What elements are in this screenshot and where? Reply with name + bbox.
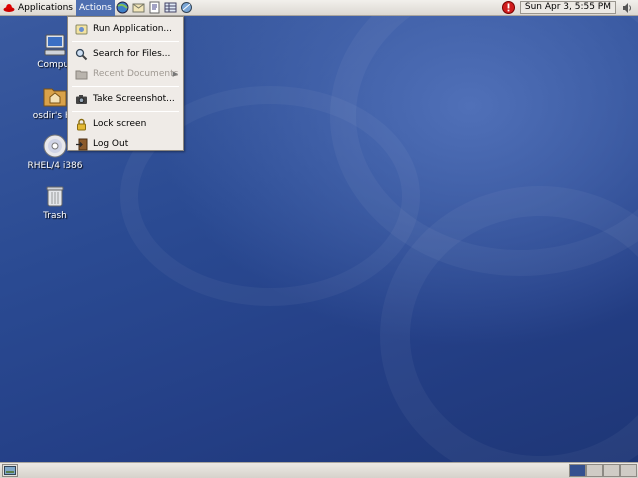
menu-item-log-out[interactable]: Log Out xyxy=(69,134,182,154)
logout-icon xyxy=(76,138,88,150)
web-browser-icon[interactable] xyxy=(116,1,130,14)
actions-dropdown-menu: Run Application... Search for Files... R… xyxy=(67,16,184,151)
update-alert-icon[interactable] xyxy=(502,1,516,14)
menu-item-lock-screen[interactable]: Lock screen xyxy=(69,114,182,134)
menu-item-label: Run Application... xyxy=(93,24,172,34)
email-icon[interactable] xyxy=(132,1,146,14)
office-spreadsheet-icon[interactable] xyxy=(164,1,178,14)
desktop-icon-label: RHEL/4 i386 xyxy=(27,161,83,171)
actions-menu-button[interactable]: Actions xyxy=(75,0,115,16)
bottom-panel xyxy=(0,462,638,478)
workspace-1[interactable] xyxy=(569,464,586,477)
folder-icon xyxy=(75,70,88,79)
show-desktop-icon xyxy=(4,466,16,475)
menu-separator xyxy=(72,111,179,112)
camera-icon xyxy=(76,94,87,104)
menu-item-search-files[interactable]: Search for Files... xyxy=(69,44,182,64)
desktop-icon-trash[interactable]: Trash xyxy=(20,183,90,221)
show-desktop-button[interactable] xyxy=(2,464,18,477)
redhat-logo-icon xyxy=(3,3,15,12)
menu-item-label: Recent Documents xyxy=(93,69,179,79)
lock-icon xyxy=(77,118,86,130)
top-panel: Applications Actions Sun Apr 3, 5:55 PM xyxy=(0,0,638,16)
computer-icon xyxy=(44,34,66,56)
applications-menu-label: Applications xyxy=(18,2,73,13)
menu-item-recent-documents[interactable]: Recent Documents ▶ xyxy=(69,64,182,84)
workspace-3[interactable] xyxy=(603,464,620,477)
menu-item-run-application[interactable]: Run Application... xyxy=(69,19,182,39)
menu-item-take-screenshot[interactable]: Take Screenshot... xyxy=(69,89,182,109)
menu-item-label: Log Out xyxy=(93,139,129,149)
desktop-icon-label: Trash xyxy=(43,211,67,221)
panel-clock[interactable]: Sun Apr 3, 5:55 PM xyxy=(519,1,616,14)
network-icon[interactable] xyxy=(180,1,194,14)
workspace-2[interactable] xyxy=(586,464,603,477)
home-folder-icon xyxy=(43,88,67,107)
menu-item-label: Search for Files... xyxy=(93,49,171,59)
office-writer-icon[interactable] xyxy=(148,1,162,14)
volume-icon[interactable] xyxy=(620,1,634,14)
trash-icon xyxy=(46,186,64,207)
menu-item-label: Lock screen xyxy=(93,119,147,129)
workspace-4[interactable] xyxy=(620,464,637,477)
cd-icon xyxy=(43,134,67,158)
submenu-arrow-icon: ▶ xyxy=(172,70,178,78)
search-icon xyxy=(75,48,88,60)
menu-item-label: Take Screenshot... xyxy=(93,94,175,104)
actions-menu-label: Actions xyxy=(78,2,112,13)
applications-menu[interactable]: Applications xyxy=(0,0,76,16)
menu-separator xyxy=(72,41,179,42)
run-application-icon xyxy=(75,24,88,34)
menu-separator xyxy=(72,86,179,87)
